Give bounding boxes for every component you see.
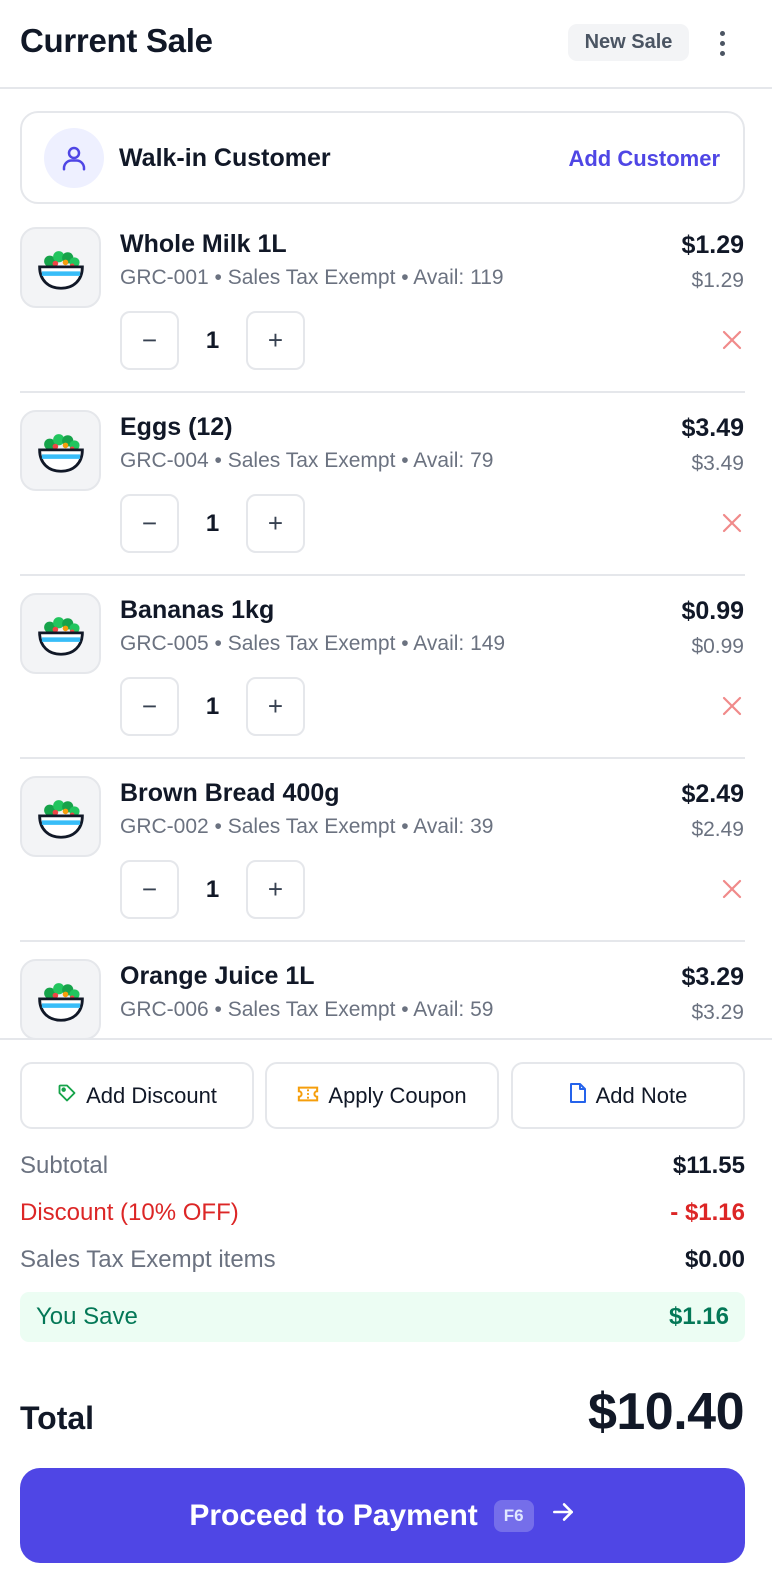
total-value: $10.40 — [587, 1383, 745, 1441]
cart-items[interactable]: Whole Milk 1L GRC-001 • Sales Tax Exempt… — [0, 210, 772, 1038]
shortcut-badge: F6 — [493, 1499, 534, 1532]
tax-row: Sales Tax Exempt items $0.00 — [20, 1246, 745, 1274]
item-price: $3.49 — [681, 414, 744, 442]
decrease-qty-button[interactable]: − — [120, 677, 179, 736]
increase-qty-button[interactable]: + — [246, 860, 305, 919]
total-label: Total — [20, 1400, 95, 1436]
new-sale-button[interactable]: New Sale — [568, 24, 689, 61]
add-discount-label: Add Discount — [86, 1082, 217, 1108]
tag-icon — [57, 1083, 77, 1109]
file-icon — [569, 1082, 587, 1110]
tax-value: $0.00 — [684, 1246, 745, 1273]
cart-item: Bananas 1kg GRC-005 • Sales Tax Exempt •… — [0, 576, 772, 759]
add-note-button[interactable]: Add Note — [511, 1062, 745, 1129]
item-price: $0.99 — [681, 597, 744, 625]
salad-bowl-icon — [20, 959, 101, 1038]
apply-coupon-button[interactable]: Apply Coupon — [265, 1062, 499, 1129]
salad-bowl-icon — [20, 776, 101, 857]
cart-item: Eggs (12) GRC-004 • Sales Tax Exempt • A… — [0, 393, 772, 576]
item-unit-price: $2.49 — [691, 818, 744, 841]
increase-qty-button[interactable]: + — [246, 677, 305, 736]
header: Current Sale New Sale — [0, 0, 772, 89]
cart-item: Whole Milk 1L GRC-001 • Sales Tax Exempt… — [0, 210, 772, 393]
item-price: $1.29 — [681, 231, 744, 259]
item-qty: 1 — [205, 509, 220, 537]
salad-bowl-icon — [20, 593, 101, 674]
item-name: Brown Bread 400g — [120, 779, 340, 807]
subtotal-value: $11.55 — [672, 1152, 745, 1179]
item-qty: 1 — [205, 692, 220, 720]
salad-bowl-icon — [20, 227, 101, 308]
tax-label: Sales Tax Exempt items — [20, 1246, 276, 1273]
item-name: Eggs (12) — [120, 413, 233, 441]
item-price: $2.49 — [681, 780, 744, 808]
discount-value: - $1.16 — [670, 1199, 745, 1226]
item-unit-price: $0.99 — [691, 635, 744, 658]
item-unit-price: $1.29 — [691, 269, 744, 292]
you-save-value: $1.16 — [668, 1303, 729, 1330]
page-title: Current Sale — [20, 22, 213, 59]
decrease-qty-button[interactable]: − — [120, 311, 179, 370]
decrease-qty-button[interactable]: − — [120, 494, 179, 553]
user-icon — [44, 128, 104, 188]
divider — [0, 1038, 772, 1040]
pay-label: Proceed to Payment — [189, 1498, 478, 1532]
apply-coupon-label: Apply Coupon — [328, 1082, 467, 1108]
close-icon[interactable] — [719, 876, 745, 902]
ticket-icon — [297, 1083, 319, 1109]
item-meta: GRC-004 • Sales Tax Exempt • Avail: 79 — [120, 449, 494, 472]
close-icon[interactable] — [719, 510, 745, 536]
decrease-qty-button[interactable]: − — [120, 860, 179, 919]
close-icon[interactable] — [719, 327, 745, 353]
item-name: Bananas 1kg — [120, 596, 275, 624]
cart-item: Brown Bread 400g GRC-002 • Sales Tax Exe… — [0, 759, 772, 942]
salad-bowl-icon — [20, 410, 101, 491]
add-note-label: Add Note — [595, 1082, 688, 1108]
subtotal-label: Subtotal — [20, 1152, 109, 1179]
item-price: $3.29 — [681, 963, 744, 991]
item-qty: 1 — [205, 875, 220, 903]
item-name: Orange Juice 1L — [120, 962, 315, 990]
customer-card: Walk-in Customer Add Customer — [20, 111, 745, 204]
add-customer-link[interactable]: Add Customer — [568, 146, 720, 172]
item-unit-price: $3.49 — [691, 452, 744, 475]
customer-name: Walk-in Customer — [119, 144, 331, 172]
close-icon[interactable] — [719, 693, 745, 719]
discount-label: Discount (10% OFF) — [20, 1199, 239, 1226]
you-save-banner: You Save $1.16 — [20, 1292, 745, 1342]
cart-item: Orange Juice 1L GRC-006 • Sales Tax Exem… — [0, 942, 772, 1038]
subtotal-row: Subtotal $11.55 — [20, 1152, 745, 1180]
proceed-to-payment-button[interactable]: Proceed to Payment F6 — [20, 1468, 745, 1563]
increase-qty-button[interactable]: + — [246, 311, 305, 370]
item-meta: GRC-006 • Sales Tax Exempt • Avail: 59 — [120, 998, 494, 1021]
discount-row: Discount (10% OFF) - $1.16 — [20, 1199, 745, 1227]
item-meta: GRC-005 • Sales Tax Exempt • Avail: 149 — [120, 632, 506, 655]
more-vertical-icon[interactable] — [706, 26, 738, 60]
item-unit-price: $3.29 — [691, 1001, 744, 1024]
item-meta: GRC-001 • Sales Tax Exempt • Avail: 119 — [120, 266, 504, 289]
item-meta: GRC-002 • Sales Tax Exempt • Avail: 39 — [120, 815, 494, 838]
item-name: Whole Milk 1L — [120, 230, 287, 258]
increase-qty-button[interactable]: + — [246, 494, 305, 553]
you-save-label: You Save — [36, 1303, 138, 1330]
add-discount-button[interactable]: Add Discount — [20, 1062, 254, 1129]
item-qty: 1 — [205, 326, 220, 354]
arrow-right-icon — [550, 1499, 576, 1533]
